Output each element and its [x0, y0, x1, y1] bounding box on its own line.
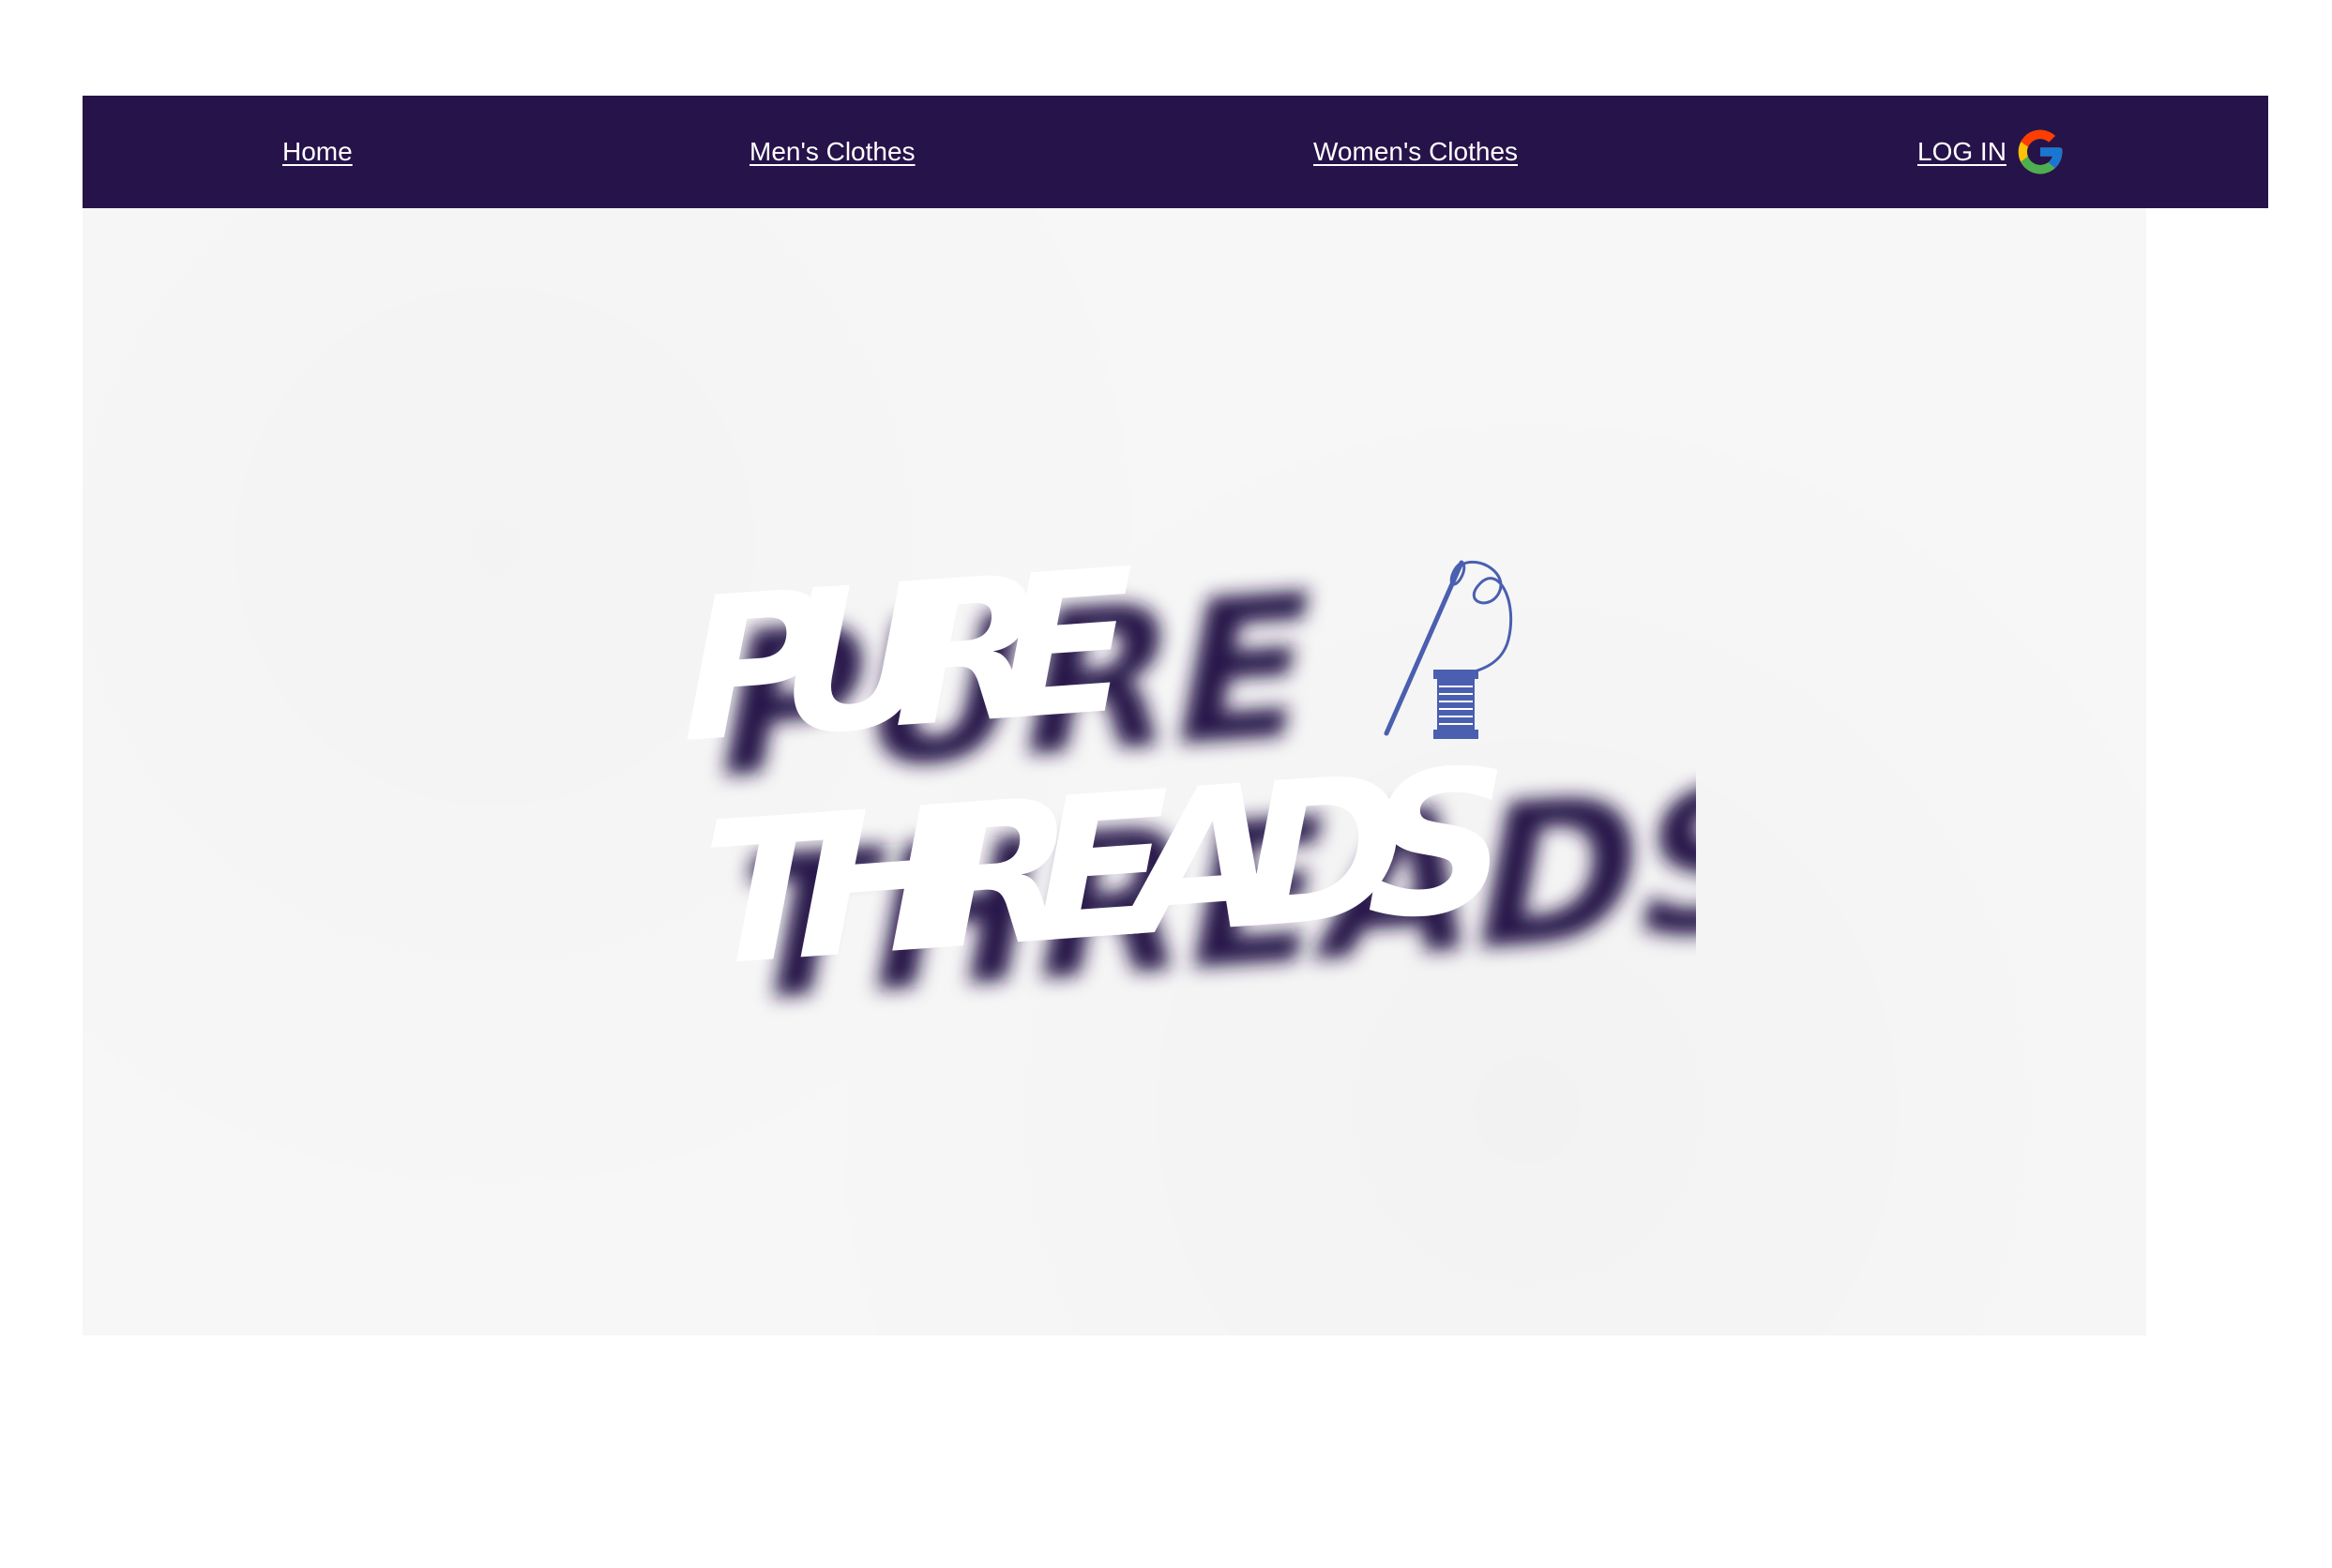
page: Home Men's Clothes Women's Clothes LOG I…	[0, 0, 2332, 1568]
nav-link-womens-clothes[interactable]: Women's Clothes	[1313, 137, 1518, 167]
needle-spool-icon	[1384, 560, 1513, 739]
top-navbar: Home Men's Clothes Women's Clothes LOG I…	[83, 96, 2268, 208]
logo-word-pure: PURE	[683, 527, 1133, 787]
google-icon	[2014, 126, 2067, 178]
hero-banner: PURE THREADS PURE THREADS	[83, 208, 2146, 1335]
nav-link-home[interactable]: Home	[282, 137, 353, 167]
nav-link-mens-clothes[interactable]: Men's Clothes	[750, 137, 916, 167]
login-label: LOG IN	[1917, 137, 2006, 166]
login-button[interactable]: LOG IN	[1917, 126, 2067, 178]
pure-threads-logo: PURE THREADS PURE THREADS	[645, 526, 1782, 1052]
